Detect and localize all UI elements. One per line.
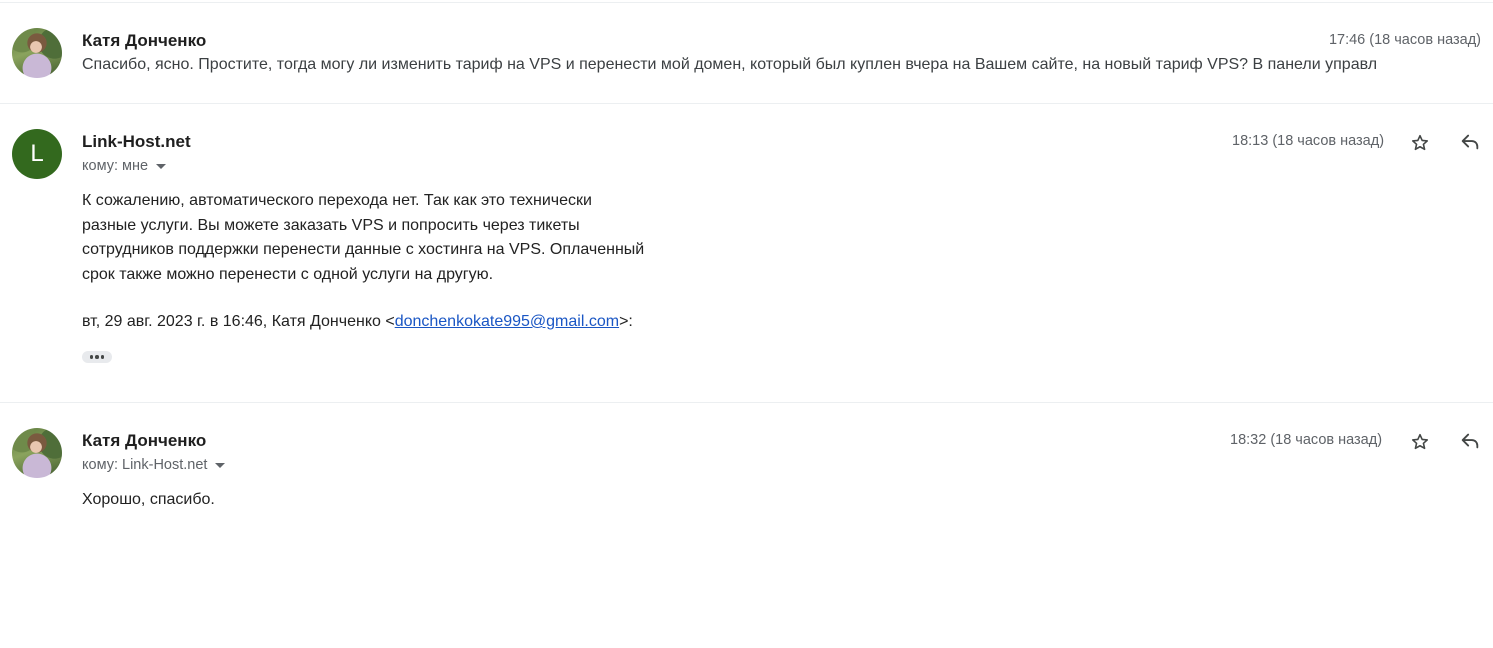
reply-button[interactable] — [1458, 429, 1482, 453]
avatar[interactable] — [12, 428, 62, 478]
body-line: разные услуги. Вы можете заказать VPS и … — [82, 216, 580, 234]
chevron-down-icon[interactable] — [215, 462, 226, 468]
avatar-letter: L — [30, 140, 44, 167]
reply-icon — [1461, 433, 1479, 449]
body-line: сотрудников поддержки перенести данные с… — [82, 241, 645, 258]
avatar[interactable] — [12, 28, 62, 78]
quote-suffix: >: — [619, 313, 633, 330]
more-horiz-icon — [100, 355, 105, 359]
recipient-label: кому: мне — [82, 158, 149, 174]
body-line: срок также можно перенести с одной услуг… — [82, 265, 494, 283]
message-snippet[interactable]: Спасибо, ясно. Простите, тогда могу ли и… — [82, 56, 1422, 74]
reply-icon — [1461, 134, 1479, 150]
recipient-toggle[interactable]: кому: мне — [82, 158, 167, 174]
recipient-label: кому: Link-Host.net — [82, 457, 208, 473]
star-icon — [1411, 433, 1429, 450]
message-time: 18:32 (18 часов назад) — [1230, 432, 1383, 448]
divider — [0, 2, 1493, 3]
body-line: Хорошо, спасибо. — [82, 491, 215, 508]
star-button[interactable] — [1408, 131, 1432, 155]
chevron-down-icon[interactable] — [156, 163, 167, 169]
more-horiz-icon — [89, 355, 94, 359]
star-icon — [1411, 134, 1429, 151]
sender-name[interactable]: Link-Host.net — [82, 132, 191, 152]
quote-attribution: вт, 29 авг. 2023 г. в 16:46, Катя Дончен… — [82, 313, 633, 331]
sender-name[interactable]: Катя Донченко — [82, 31, 206, 51]
body-line: К сожалению, автоматического перехода не… — [82, 192, 592, 209]
recipient-toggle[interactable]: кому: Link-Host.net — [82, 457, 226, 473]
avatar[interactable]: L — [12, 129, 62, 179]
star-button[interactable] — [1408, 430, 1432, 454]
sender-name[interactable]: Катя Донченко — [82, 431, 206, 451]
divider — [0, 103, 1493, 104]
message-body: К сожалению, автоматического перехода не… — [82, 189, 644, 287]
more-horiz-icon — [95, 355, 99, 359]
show-trimmed-content-button[interactable] — [82, 351, 112, 363]
quote-prefix: вт, 29 авг. 2023 г. в 16:46, Катя Дончен… — [82, 313, 395, 330]
message-body: Хорошо, спасибо. — [82, 488, 215, 513]
email-thread: Катя Донченко 17:46 (18 часов назад) Спа… — [0, 0, 1493, 648]
message-time: 17:46 (18 часов назад) — [1328, 32, 1481, 48]
reply-button[interactable] — [1458, 130, 1482, 154]
divider — [0, 402, 1493, 403]
message-time: 18:13 (18 часов назад) — [1232, 133, 1385, 149]
email-link[interactable]: donchenkokate995@gmail.com — [395, 313, 619, 330]
